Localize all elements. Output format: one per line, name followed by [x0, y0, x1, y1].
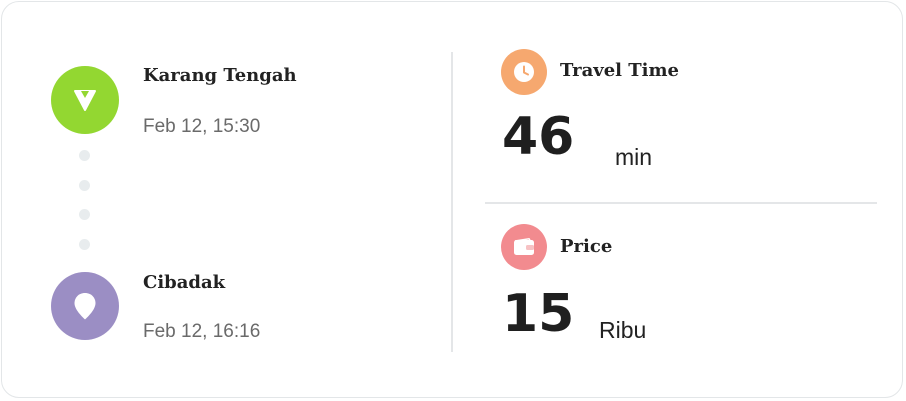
map-pin-icon	[74, 293, 96, 320]
navigation-arrow-icon	[74, 90, 96, 111]
wallet-icon	[514, 238, 534, 255]
origin-time: Feb 12, 15:30	[143, 116, 261, 137]
travel-time-icon-badge	[501, 49, 547, 95]
origin-name: Karang Tengah	[143, 65, 297, 86]
route-dot	[79, 180, 90, 191]
travel-time-unit: min	[615, 144, 653, 170]
route-dot	[79, 239, 90, 250]
destination-marker	[51, 272, 119, 340]
price-icon-badge	[501, 224, 547, 270]
route-dot	[79, 209, 90, 220]
travel-time-label: Travel Time	[560, 60, 679, 81]
destination-name: Cibadak	[143, 272, 226, 293]
trip-summary-card: Karang Tengah Feb 12, 15:30 Cibadak Feb …	[1, 1, 903, 398]
route-dot	[79, 150, 90, 161]
vertical-divider	[451, 52, 453, 352]
origin-marker	[51, 66, 119, 134]
travel-time-value: 46	[502, 107, 575, 167]
horizontal-divider	[485, 202, 877, 204]
price-value: 15	[502, 284, 575, 344]
price-unit: Ribu	[599, 317, 647, 343]
clock-icon	[514, 62, 534, 82]
price-label: Price	[560, 236, 613, 257]
destination-time: Feb 12, 16:16	[143, 321, 261, 342]
